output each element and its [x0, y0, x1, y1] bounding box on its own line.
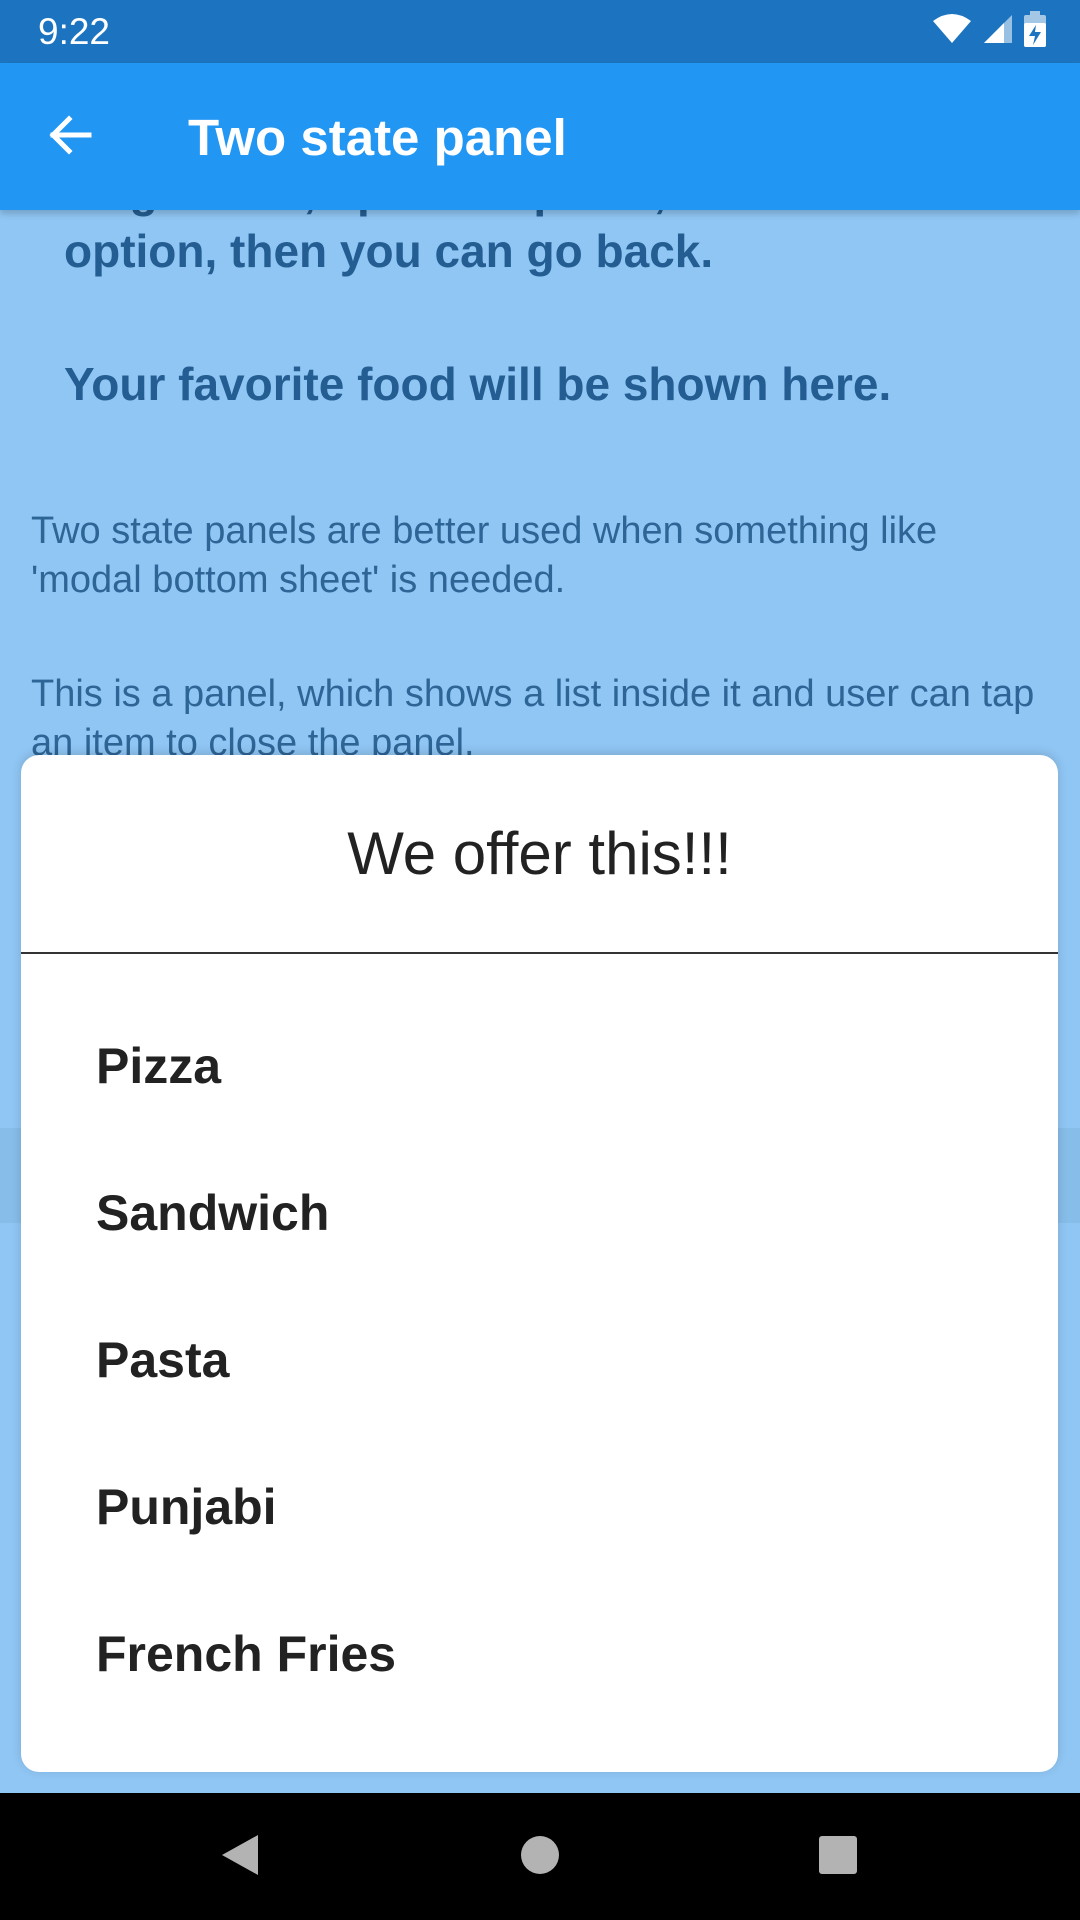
nav-home-icon	[520, 1835, 560, 1880]
navigation-bar	[0, 1793, 1080, 1920]
page-title: Two state panel	[188, 109, 567, 166]
food-panel: We offer this!!! Pizza Sandwich Pasta Pu…	[21, 755, 1058, 1772]
list-item-sandwich[interactable]: Sandwich	[21, 1139, 1058, 1286]
app-bar: Two state panel	[0, 63, 1080, 210]
food-list: Pizza Sandwich Pasta Punjabi French Frie…	[21, 992, 1058, 1727]
nav-home-button[interactable]	[504, 1821, 576, 1893]
arrow-back-icon	[47, 112, 93, 163]
wifi-icon	[932, 13, 972, 50]
list-item-pasta[interactable]: Pasta	[21, 1286, 1058, 1433]
battery-charging-icon	[1024, 10, 1046, 52]
back-button[interactable]	[34, 101, 106, 173]
panel-description-text: This is a panel, which shows a list insi…	[31, 673, 1035, 764]
status-bar: 9:22	[0, 0, 1080, 63]
panel-title: We offer this!!!	[347, 820, 732, 887]
panel-divider	[21, 952, 1058, 954]
description-text: Two state panels are better used when so…	[31, 510, 938, 601]
list-item-french-fries[interactable]: French Fries	[21, 1580, 1058, 1727]
list-item-punjabi[interactable]: Punjabi	[21, 1433, 1058, 1580]
list-item-pizza[interactable]: Pizza	[21, 992, 1058, 1139]
status-time: 9:22	[38, 11, 111, 52]
nav-back-icon	[218, 1831, 262, 1884]
favorite-food-text: Your favorite food will be shown here.	[64, 358, 892, 410]
nav-recents-button[interactable]	[802, 1821, 874, 1893]
status-icons	[932, 10, 1046, 52]
instruction-text: To go back, open the panel, select an op…	[64, 210, 876, 277]
nav-recents-icon	[818, 1835, 858, 1880]
nav-back-button[interactable]	[204, 1821, 276, 1893]
cell-signal-icon	[982, 13, 1014, 50]
